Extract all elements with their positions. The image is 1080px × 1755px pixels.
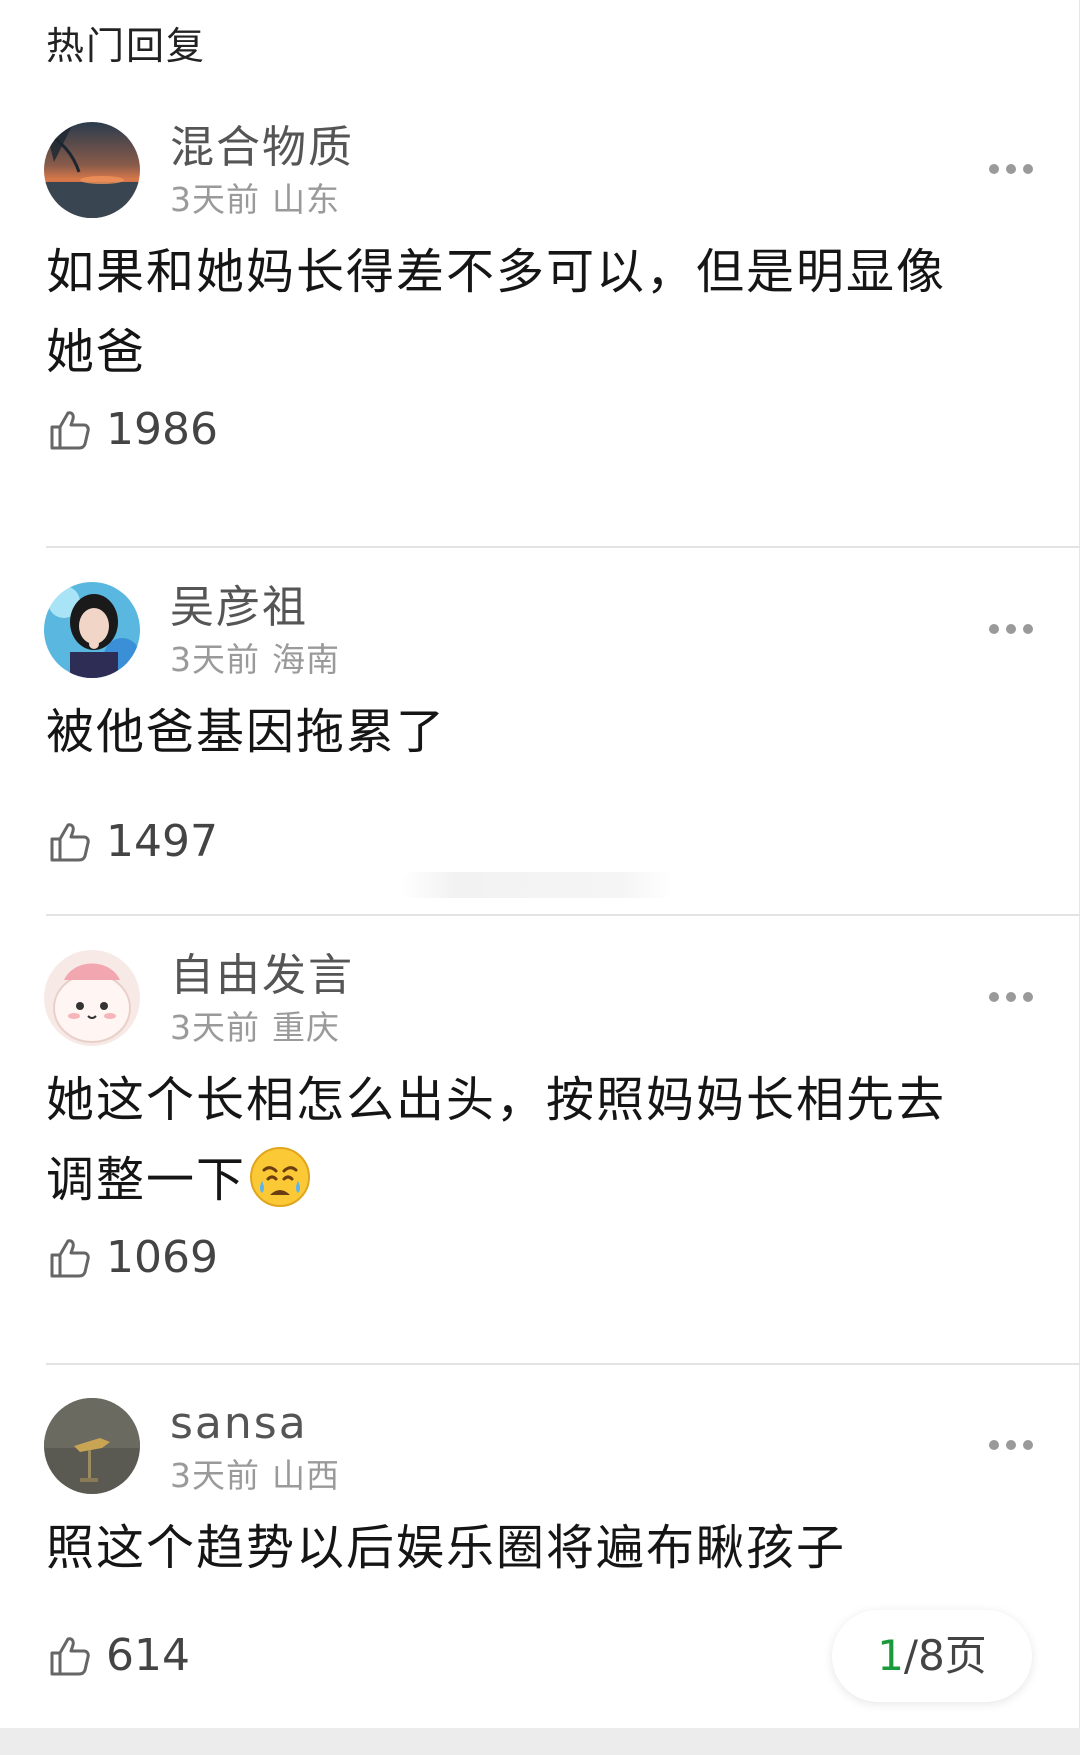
more-options-button[interactable] xyxy=(986,982,1036,1012)
user-name[interactable]: 自由发言 xyxy=(170,948,354,1004)
weary-face-emoji-icon xyxy=(248,1145,312,1209)
thumbs-up-icon xyxy=(50,1637,90,1676)
more-options-button[interactable] xyxy=(986,1430,1036,1460)
comment-text-line: 照这个趋势以后娱乐圈将遍布瞅孩子 xyxy=(46,1520,847,1576)
comment-text-line: 她这个长相怎么出头，按照妈妈长相先去 xyxy=(46,1072,947,1128)
comment-text: 被他爸基因拖累了 xyxy=(46,692,1046,772)
like-count: 1986 xyxy=(106,404,218,455)
more-dots-icon xyxy=(989,1440,1033,1450)
thumbs-up-icon xyxy=(50,823,90,862)
comment-location: 山西 xyxy=(272,1456,340,1495)
comment-text-line: 调整一下 xyxy=(46,1140,1046,1220)
comment-time: 3天前 xyxy=(170,180,260,219)
thumbs-up-icon xyxy=(50,411,90,450)
more-dots-icon xyxy=(989,164,1033,174)
page-separator: / xyxy=(903,1631,919,1680)
more-options-button[interactable] xyxy=(986,154,1036,184)
comment-location: 重庆 xyxy=(272,1008,340,1047)
total-pages: 8页 xyxy=(918,1631,987,1680)
comment-panel: 热门回复 混合物质 3天前 山东 如果和她妈长得差不多可以，但是明显像 她爸 1… xyxy=(0,0,1080,1728)
comment-text: 照这个趋势以后娱乐圈将遍布瞅孩子 xyxy=(46,1508,1046,1588)
more-options-button[interactable] xyxy=(986,614,1036,644)
comment-time: 3天前 xyxy=(170,640,260,679)
avatar[interactable] xyxy=(44,1398,140,1494)
user-name[interactable]: sansa xyxy=(170,1396,308,1452)
comment-meta: 3天前 重庆 xyxy=(170,1006,340,1050)
user-name[interactable]: 吴彦祖 xyxy=(170,580,308,636)
more-dots-icon xyxy=(989,992,1033,1002)
comment-time: 3天前 xyxy=(170,1008,260,1047)
divider xyxy=(46,914,1080,916)
comment-text-line: 如果和她妈长得差不多可以，但是明显像 xyxy=(46,244,947,300)
comment-meta: 3天前 海南 xyxy=(170,638,340,682)
avatar[interactable] xyxy=(44,122,140,218)
comment-text-line: 她爸 xyxy=(46,324,147,380)
divider xyxy=(46,1363,1080,1365)
user-name[interactable]: 混合物质 xyxy=(170,120,354,176)
section-title: 热门回复 xyxy=(46,24,207,68)
comment-time: 3天前 xyxy=(170,1456,260,1495)
page-indicator-button[interactable]: 1/8页 xyxy=(832,1610,1032,1702)
avatar[interactable] xyxy=(44,950,140,1046)
bottom-bar xyxy=(0,1728,1080,1755)
watermark xyxy=(400,872,676,898)
comment-text: 她这个长相怎么出头，按照妈妈长相先去 调整一下 xyxy=(46,1060,1046,1220)
comment-text: 如果和她妈长得差不多可以，但是明显像 她爸 xyxy=(46,232,1046,392)
comment-meta: 3天前 山东 xyxy=(170,178,340,222)
like-count: 1497 xyxy=(106,816,218,867)
like-count: 614 xyxy=(106,1630,190,1681)
divider xyxy=(46,546,1080,548)
comment-meta: 3天前 山西 xyxy=(170,1454,340,1498)
current-page: 1 xyxy=(877,1631,904,1680)
more-dots-icon xyxy=(989,624,1033,634)
comment-text-line: 被他爸基因拖累了 xyxy=(46,704,447,760)
comment-location: 海南 xyxy=(272,640,340,679)
thumbs-up-icon xyxy=(50,1239,90,1278)
comment-text-fragment: 调整一下 xyxy=(46,1152,247,1208)
avatar[interactable] xyxy=(44,582,140,678)
like-count: 1069 xyxy=(106,1232,218,1283)
comment-location: 山东 xyxy=(272,180,340,219)
